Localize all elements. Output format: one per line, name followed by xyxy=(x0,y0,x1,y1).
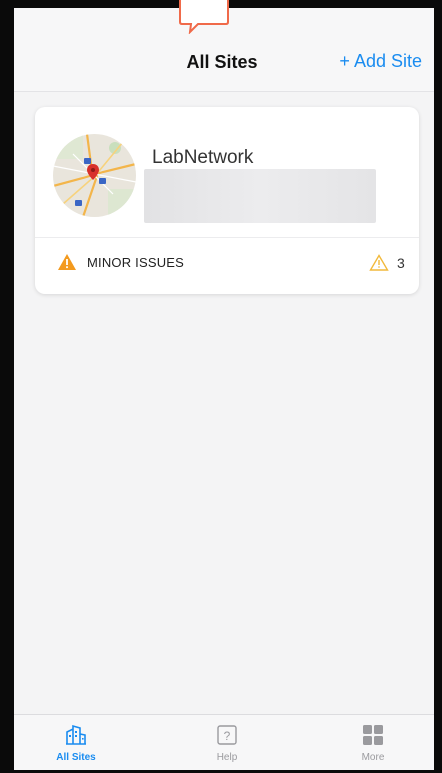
buildings-icon xyxy=(66,724,86,745)
tab-label: All Sites xyxy=(56,752,96,763)
site-map-thumbnail xyxy=(53,134,136,217)
speech-bubble-icon xyxy=(179,0,229,34)
site-name: LabNetwork xyxy=(152,147,254,168)
tab-help[interactable]: ? Help xyxy=(187,715,267,770)
phone-frame: All Sites + Add Site LabNetwork MINOR IS… xyxy=(0,0,442,773)
help-icon: ? xyxy=(217,725,237,745)
warning-icon xyxy=(58,254,76,270)
site-card[interactable]: LabNetwork MINOR ISSUES 3 xyxy=(35,107,419,294)
tab-label: More xyxy=(361,752,385,763)
status-label: MINOR ISSUES xyxy=(87,255,185,270)
map-image xyxy=(53,134,136,217)
warning-outline-icon xyxy=(369,254,389,271)
tab-label: Help xyxy=(216,752,238,763)
add-site-button[interactable]: + Add Site xyxy=(339,51,422,72)
card-divider xyxy=(35,237,419,238)
issue-count-badge: 3 xyxy=(359,253,419,273)
svg-text:?: ? xyxy=(224,729,231,743)
issue-count: 3 xyxy=(397,255,405,271)
tab-all-sites[interactable]: All Sites xyxy=(36,715,116,770)
grid-icon xyxy=(363,725,383,745)
site-status-row: MINOR ISSUES 3 xyxy=(57,253,419,273)
tab-more[interactable]: More xyxy=(333,715,413,770)
tab-bar: All Sites ? Help More xyxy=(14,714,434,770)
redacted-address xyxy=(144,169,376,223)
